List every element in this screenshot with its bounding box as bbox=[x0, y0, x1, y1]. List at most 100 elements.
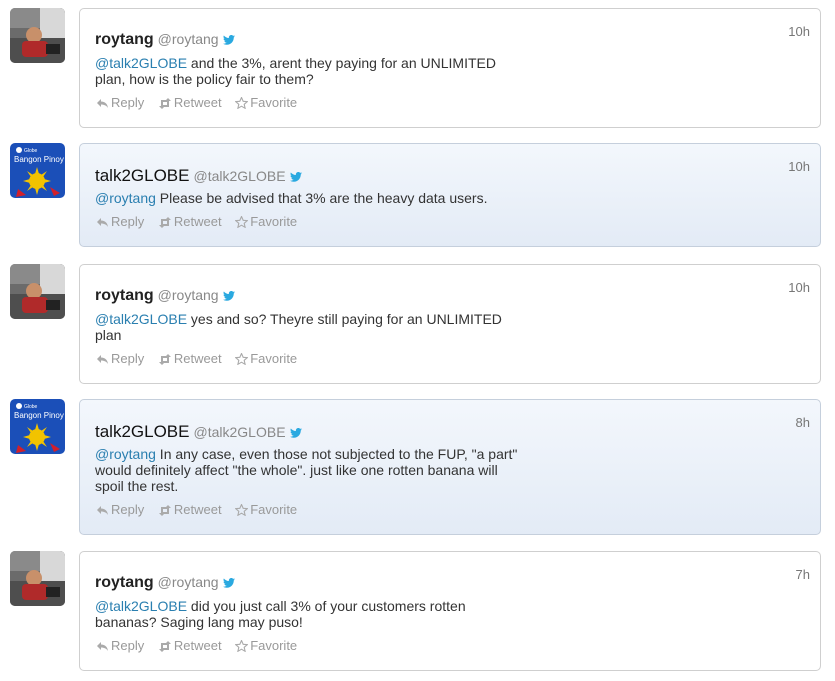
tweet-mention[interactable]: @talk2GLOBE bbox=[95, 55, 187, 71]
favorite-button[interactable]: Favorite bbox=[234, 214, 298, 229]
star-icon bbox=[234, 96, 249, 110]
retweet-button[interactable]: Retweet bbox=[158, 95, 222, 110]
roytang-avatar-image bbox=[10, 264, 65, 319]
tweet-username[interactable]: @roytang bbox=[158, 574, 219, 590]
favorite-label: Favorite bbox=[250, 351, 298, 366]
reply-icon bbox=[97, 218, 108, 227]
tweet-mention[interactable]: @roytang bbox=[95, 446, 156, 462]
globe-avatar-image: Globe Bangon Pinoy bbox=[10, 399, 65, 454]
favorite-button[interactable]: Favorite bbox=[234, 638, 298, 653]
twitter-bird-icon bbox=[289, 425, 302, 443]
retweet-icon bbox=[158, 641, 171, 652]
tweet-timestamp[interactable]: 10h bbox=[788, 159, 810, 174]
favorite-button[interactable]: Favorite bbox=[234, 502, 298, 517]
tweet-username[interactable]: @roytang bbox=[158, 287, 219, 303]
star-icon bbox=[234, 503, 249, 517]
globe-brand-text: Globe bbox=[24, 148, 38, 154]
retweet-icon bbox=[158, 217, 171, 228]
retweet-button[interactable]: Retweet bbox=[158, 351, 222, 366]
retweet-label: Retweet bbox=[173, 214, 222, 229]
retweet-label: Retweet bbox=[173, 95, 222, 110]
reply-label: Reply bbox=[111, 638, 145, 653]
reply-label: Reply bbox=[111, 351, 145, 366]
tweet-timestamp[interactable]: 10h bbox=[788, 280, 810, 295]
retweet-button[interactable]: Retweet bbox=[158, 214, 222, 229]
retweet-button[interactable]: Retweet bbox=[158, 502, 222, 517]
globe-brand-text: Globe bbox=[24, 404, 38, 410]
avatar-talk2globe[interactable]: Globe Bangon Pinoy bbox=[10, 143, 65, 198]
tweet-card: roytang @roytang 10h @talk2GLOBE and the … bbox=[79, 8, 821, 128]
tweet-fullname[interactable]: talk2GLOBE bbox=[95, 422, 190, 441]
tweet-header: talk2GLOBE @talk2GLOBE bbox=[95, 166, 302, 188]
tweet-fullname[interactable]: talk2GLOBE bbox=[95, 166, 190, 185]
tweet-actions: Reply Retweet Favorite bbox=[96, 95, 307, 110]
tweet-username[interactable]: @roytang bbox=[158, 31, 219, 47]
tweet-actions: Reply Retweet Favorite bbox=[96, 351, 307, 366]
favorite-button[interactable]: Favorite bbox=[234, 351, 298, 366]
tweet-card: roytang @roytang 7h @talk2GLOBE did you j… bbox=[79, 551, 821, 671]
tweet-card: talk2GLOBE @talk2GLOBE 10h @roytang Pleas… bbox=[79, 143, 821, 247]
favorite-button[interactable]: Favorite bbox=[234, 95, 297, 110]
avatar-roytang[interactable] bbox=[10, 8, 65, 63]
star-icon bbox=[234, 352, 249, 366]
globe-tagline-text: Bangon Pinoy bbox=[14, 411, 64, 420]
twitter-bird-icon bbox=[222, 32, 235, 50]
retweet-label: Retweet bbox=[173, 502, 222, 517]
avatar-talk2globe[interactable]: Globe Bangon Pinoy bbox=[10, 399, 65, 454]
tweet-fullname[interactable]: roytang bbox=[95, 31, 154, 48]
twitter-bird-icon bbox=[289, 169, 302, 187]
reply-icon bbox=[97, 642, 108, 651]
retweet-button[interactable]: Retweet bbox=[158, 638, 222, 653]
globe-tagline-text: Bangon Pinoy bbox=[14, 155, 64, 164]
roytang-avatar-image bbox=[10, 8, 65, 63]
tweet-actions: Reply Retweet Favorite bbox=[96, 502, 307, 517]
tweet-card: talk2GLOBE @talk2GLOBE 8h @roytang In any… bbox=[79, 399, 821, 535]
favorite-label: Favorite bbox=[250, 214, 298, 229]
star-icon bbox=[234, 639, 249, 653]
reply-icon bbox=[97, 355, 108, 364]
favorite-label: Favorite bbox=[250, 502, 298, 517]
retweet-label: Retweet bbox=[173, 351, 222, 366]
tweet-username[interactable]: @talk2GLOBE bbox=[194, 424, 286, 440]
reply-label: Reply bbox=[111, 214, 145, 229]
tweet-header: talk2GLOBE @talk2GLOBE bbox=[95, 422, 302, 444]
tweet-mention[interactable]: @talk2GLOBE bbox=[95, 311, 187, 327]
tweet-header: roytang @roytang bbox=[95, 287, 235, 309]
tweet-header: roytang @roytang bbox=[95, 31, 235, 53]
reply-button[interactable]: Reply bbox=[96, 638, 144, 653]
star-icon bbox=[234, 215, 249, 229]
tweet-fullname[interactable]: roytang bbox=[95, 287, 154, 304]
tweet-text: @talk2GLOBE yes and so? Theyre still pay… bbox=[95, 311, 505, 343]
reply-icon bbox=[97, 506, 108, 515]
globe-avatar-image: Globe Bangon Pinoy bbox=[10, 143, 65, 198]
reply-button[interactable]: Reply bbox=[96, 214, 144, 229]
tweet-mention[interactable]: @roytang bbox=[95, 190, 156, 206]
retweet-label: Retweet bbox=[173, 638, 222, 653]
tweet-timestamp[interactable]: 8h bbox=[796, 415, 810, 430]
tweet-timestamp[interactable]: 10h bbox=[788, 24, 810, 39]
reply-button[interactable]: Reply bbox=[96, 95, 144, 110]
favorite-label: Favorite bbox=[250, 638, 298, 653]
tweet-mention[interactable]: @talk2GLOBE bbox=[95, 598, 187, 614]
tweet-username[interactable]: @talk2GLOBE bbox=[194, 168, 286, 184]
reply-button[interactable]: Reply bbox=[96, 502, 144, 517]
avatar-roytang[interactable] bbox=[10, 551, 65, 606]
tweet-card: roytang @roytang 10h @talk2GLOBE yes and … bbox=[79, 264, 821, 384]
tweet-actions: Reply Retweet Favorite bbox=[96, 638, 307, 653]
tweet-text: @talk2GLOBE and the 3%, arent they payin… bbox=[95, 55, 505, 87]
tweet-timestamp[interactable]: 7h bbox=[796, 567, 810, 582]
tweet-body: Please be advised that 3% are the heavy … bbox=[155, 190, 488, 206]
retweet-icon bbox=[158, 98, 171, 109]
twitter-bird-icon bbox=[222, 288, 235, 306]
tweet-fullname[interactable]: roytang bbox=[95, 574, 154, 591]
tweet-text: @talk2GLOBE did you just call 3% of your… bbox=[95, 598, 505, 630]
retweet-icon bbox=[158, 505, 171, 516]
reply-button[interactable]: Reply bbox=[96, 351, 144, 366]
reply-icon bbox=[97, 99, 108, 108]
tweet-actions: Reply Retweet Favorite bbox=[96, 214, 307, 229]
reply-label: Reply bbox=[111, 95, 145, 110]
tweet-text: @roytang Please be advised that 3% are t… bbox=[95, 190, 595, 206]
avatar-roytang[interactable] bbox=[10, 264, 65, 319]
tweet-text: @roytang In any case, even those not sub… bbox=[95, 446, 520, 494]
tweet-timeline: roytang @roytang 10h @talk2GLOBE and the … bbox=[0, 0, 835, 681]
